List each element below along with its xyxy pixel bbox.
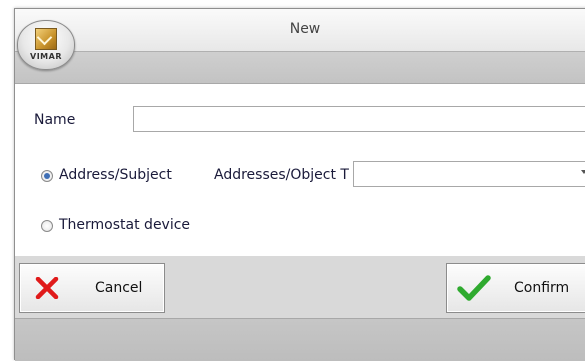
cancel-button[interactable]: Cancel — [19, 263, 165, 313]
thermostat-device-label[interactable]: Thermostat device — [59, 217, 190, 233]
window-title: New — [289, 21, 321, 37]
vimar-logo[interactable]: VIMAR — [17, 20, 75, 70]
thermostat-device-radio[interactable] — [41, 220, 53, 232]
confirm-label: Confirm — [514, 280, 570, 296]
address-subject-label[interactable]: Address/Subject — [59, 167, 172, 183]
check-icon — [457, 275, 491, 301]
form-panel: Name Address/Subject Addresses/Object T … — [15, 83, 585, 257]
cancel-label: Cancel — [95, 280, 143, 296]
vimar-logo-icon — [35, 28, 57, 50]
vimar-logo-text: VIMAR — [30, 52, 62, 61]
addresses-object-label: Addresses/Object T — [214, 167, 349, 183]
address-subject-radio[interactable] — [41, 170, 53, 182]
name-label: Name — [34, 112, 76, 128]
name-input[interactable] — [133, 106, 585, 132]
title-bar: New — [15, 9, 585, 51]
new-dialog: New VIMAR Name Address/Subject Addresses… — [14, 8, 585, 361]
x-icon — [35, 277, 59, 299]
bottom-strip — [15, 318, 585, 361]
confirm-button[interactable]: Confirm — [446, 263, 585, 313]
addresses-object-select[interactable] — [353, 161, 585, 187]
button-bar: Cancel Confirm — [15, 256, 585, 318]
header-band — [15, 51, 585, 84]
chevron-down-icon[interactable] — [581, 170, 585, 174]
